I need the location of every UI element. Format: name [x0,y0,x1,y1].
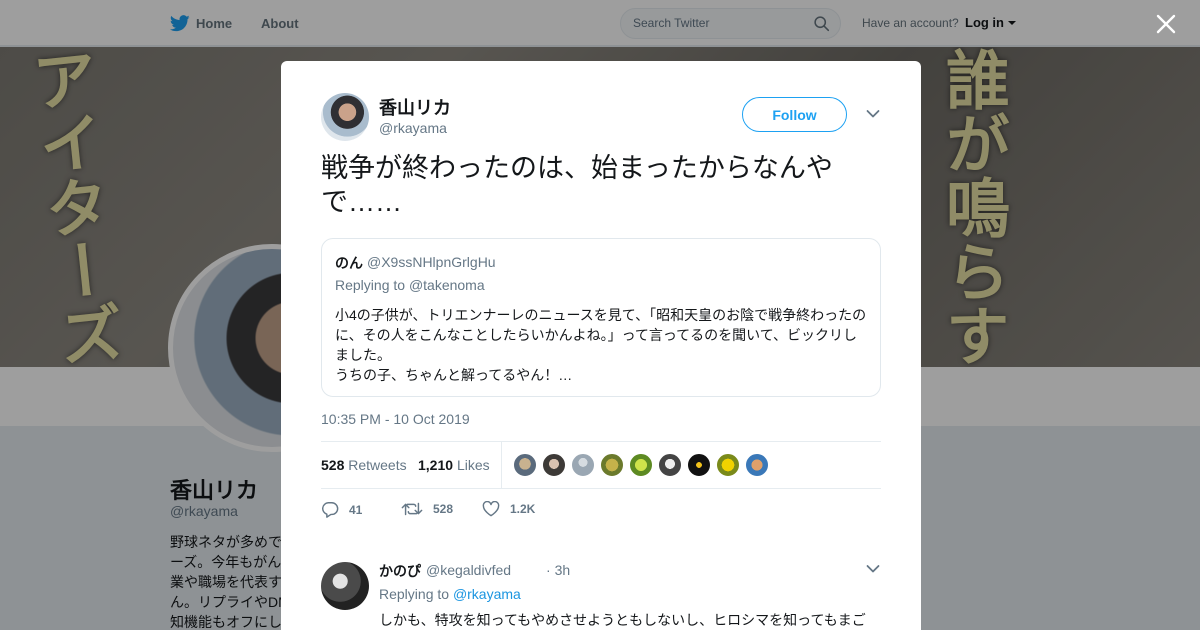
reply-icon [322,502,339,518]
liker-avatar[interactable] [658,453,682,477]
reply-time-value: 3h [554,562,571,578]
quote-author-name: のん [335,255,363,271]
quote-text: 小4の子供が、トリエンナーレのニュースを見て、「昭和天皇のお陰で戦争終わったのに… [335,307,867,383]
tweet-timestamp[interactable]: 10:35 PM - 10 Oct 2019 [321,411,470,427]
tweet-text: 戦争が終わったのは、始まったからなんやで…… [321,153,833,217]
liker-avatar[interactable] [542,453,566,477]
liker-avatar[interactable] [629,453,653,477]
retweet-button[interactable]: 528 [401,501,453,517]
liker-avatar[interactable] [687,453,711,477]
likes-stat[interactable]: 1,210 Likes [418,457,490,473]
author-avatar[interactable] [321,93,369,141]
tweet-actions: 41 528 1.2K [321,501,881,521]
likes-count: 1,210 [418,457,454,473]
close-icon[interactable] [1155,13,1177,35]
retweets-label: Retweets [348,457,407,473]
reply-author-handle[interactable]: @kegaldivfed [426,562,511,578]
reply-time-separator: · [546,562,551,578]
liker-avatar[interactable] [745,453,769,477]
liker-avatar[interactable] [600,453,624,477]
chevron-down-icon[interactable] [866,109,880,119]
liker-avatar[interactable] [571,453,595,477]
tweet-modal: 香山リカ @rkayama Follow 戦争が終わったのは、始まったからなんや… [281,61,921,630]
likes-label: Likes [456,457,490,473]
quoted-tweet[interactable]: のん @X9ssNHlpnGrlgHu Replying to @takenom… [321,238,881,397]
chevron-down-icon[interactable] [866,564,880,574]
reply-text: しかも、特攻を知ってもやめさせようともしないし、ヒロシマを知ってもまご [379,612,866,628]
quote-author-handle: @X9ssNHlpnGrlgHu [367,254,496,270]
retweet-count: 528 [433,502,454,516]
reply-tweet[interactable]: かのぴ @kegaldivfed · 3h Replying to @rkaya… [321,556,881,630]
author-name[interactable]: 香山リカ [379,94,451,120]
reply-author-avatar[interactable] [321,562,369,610]
heart-icon [482,501,500,517]
reply-time[interactable]: · 3h [546,562,570,578]
reply-replying-handle[interactable]: @rkayama [453,586,521,602]
tweet-stats: 528 Retweets 1,210 Likes [321,441,881,489]
reply-count: 41 [349,502,363,517]
stats-divider [501,442,502,488]
reply-button[interactable]: 41 [321,501,362,518]
quote-replying-handle: @takenoma [408,277,485,293]
quote-replying-prefix: Replying to [335,277,406,293]
reply-author-name[interactable]: かのぴ [379,561,421,581]
quote-replying-to: Replying to @takenoma [335,277,485,293]
retweet-icon [401,502,423,516]
like-button[interactable]: 1.2K [482,501,535,517]
follow-button[interactable]: Follow [742,97,847,132]
author-handle[interactable]: @rkayama [379,120,447,136]
reply-replying-to: Replying to @rkayama [379,586,521,602]
retweets-count: 528 [321,457,345,473]
reply-replying-prefix: Replying to [379,586,450,602]
liker-avatar[interactable] [513,453,537,477]
retweets-stat[interactable]: 528 Retweets [321,457,407,473]
like-count: 1.2K [510,502,536,516]
liker-avatar[interactable] [716,453,740,477]
